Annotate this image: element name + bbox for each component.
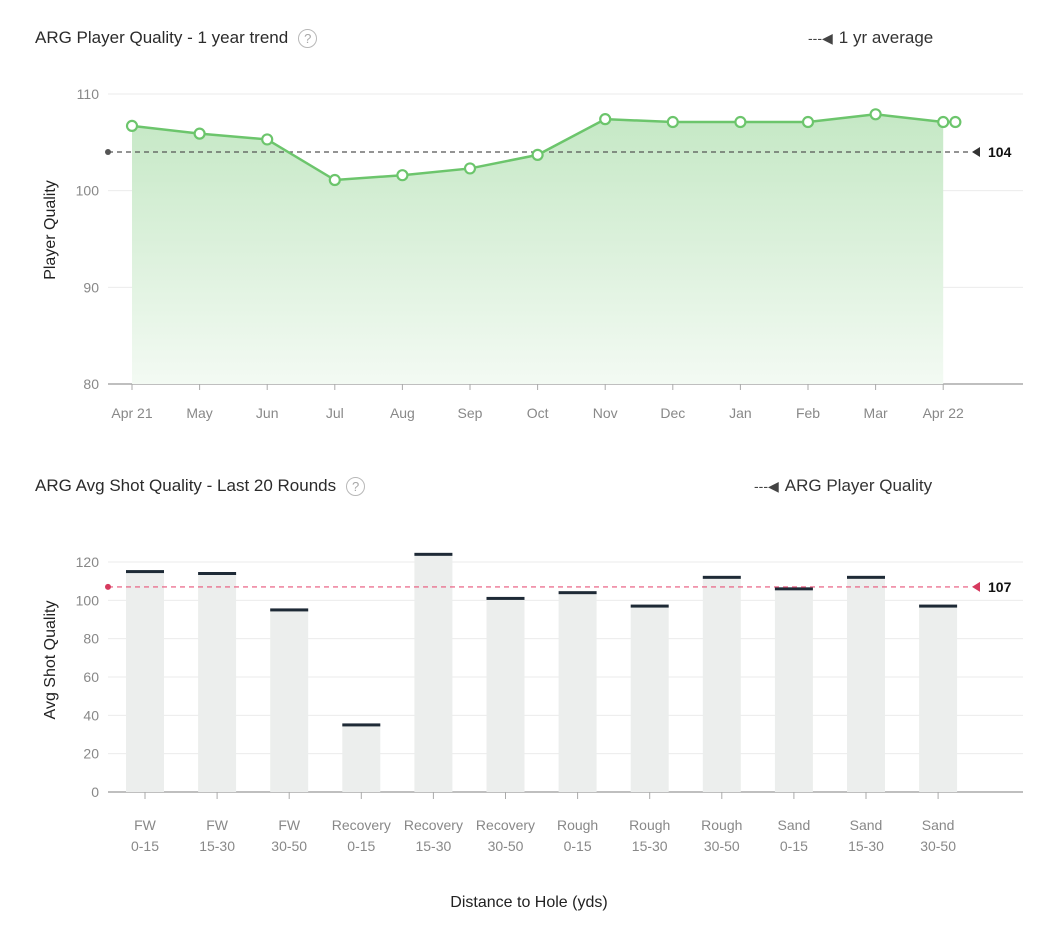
bar-category-label: FW [134, 817, 157, 833]
bar-cap [270, 608, 309, 612]
trend-point [261, 133, 274, 146]
trend-y-tick-label: 90 [83, 279, 99, 295]
trend-point [463, 162, 477, 175]
bar-category-range-label: 15-30 [199, 838, 235, 854]
bar-category-label: Sand [778, 817, 811, 833]
bar-plot: Avg Shot Quality Distance to Hole (yds) … [42, 552, 1023, 911]
trend-x-tick-label: Dec [660, 405, 685, 421]
trend-x-tick-label: Aug [390, 405, 415, 421]
bar-y-tick-label: 0 [91, 784, 99, 800]
bar-category-range-label: 0-15 [564, 838, 592, 854]
bar-cap [919, 604, 958, 608]
bar-category-range-label: 30-50 [488, 838, 524, 854]
bar [774, 588, 813, 792]
trend-point [734, 115, 747, 129]
trend-y-tick-label: 100 [76, 183, 100, 199]
bar-y-tick-label: 40 [83, 707, 99, 723]
bar-cap [342, 723, 381, 727]
trend-y-axis-title: Player Quality [42, 180, 59, 280]
bar-category-label: Sand [922, 817, 955, 833]
player-quality-trend-chart: ARG Player Quality - 1 year trend ? ---◀… [0, 0, 1055, 450]
trend-x-tick-label: Jan [729, 405, 752, 421]
trend-x-tick-label: Nov [593, 405, 618, 421]
trend-point [193, 127, 206, 140]
bar-cap [126, 570, 164, 574]
bar-category-label: FW [206, 817, 229, 833]
trend-point [125, 119, 139, 133]
bar-reference-marker [105, 583, 111, 590]
trend-x-tick-label: Jun [256, 405, 279, 421]
bar-cap [774, 587, 813, 591]
bar-cap [702, 575, 741, 579]
bar-category-range-label: 30-50 [271, 838, 307, 854]
bar [558, 592, 597, 792]
bar [702, 577, 741, 792]
trend-plot: Player Quality 80 90 100 110 Apr 21 May Jun Jul… [42, 86, 1023, 421]
trend-point [949, 115, 962, 129]
bar-category-range-label: 15-30 [848, 838, 884, 854]
trend-x-tick-label: Sep [458, 405, 483, 421]
bar [630, 606, 669, 792]
bar-category-label: Rough [557, 817, 598, 833]
trend-y-tick-label: 80 [83, 376, 99, 392]
trend-point [869, 108, 882, 121]
trend-x-tick-label: Mar [864, 405, 888, 421]
bar-x-axis-title: Distance to Hole (yds) [450, 894, 607, 911]
bar-category-range-label: 0-15 [780, 838, 808, 854]
bar-y-axis-title: Avg Shot Quality [42, 601, 59, 720]
bar-category-range-label: 15-30 [632, 838, 668, 854]
trend-point [801, 115, 815, 129]
bar-cap [414, 552, 453, 556]
bar-category-range-label: 15-30 [415, 838, 451, 854]
trend-x-tick-label: Jul [326, 405, 344, 421]
bar-category-range-label: 0-15 [347, 838, 375, 854]
trend-average-label: 104 [988, 144, 1012, 160]
bar [919, 606, 958, 792]
trend-average-marker [105, 149, 111, 155]
bar-cap [486, 596, 525, 600]
bar-y-tick-label: 120 [76, 554, 100, 570]
bar-category-label: FW [278, 817, 301, 833]
bar-y-tick-label: 60 [83, 669, 99, 685]
bar-reference-label: 107 [988, 579, 1012, 595]
trend-x-tick-label: Feb [796, 405, 820, 421]
bar-category-label: Recovery [476, 817, 535, 833]
trend-point [599, 113, 612, 126]
bar-y-tick-label: 80 [83, 631, 99, 647]
bar-reference-pointer-icon [972, 581, 980, 592]
bar [198, 573, 237, 792]
trend-point [666, 115, 679, 129]
trend-x-tick-label: May [186, 405, 212, 421]
bar-cap [630, 604, 669, 608]
shot-quality-bar-chart: ARG Avg Shot Quality - Last 20 Rounds ? … [0, 450, 1055, 945]
trend-x-tick-label: Oct [527, 405, 549, 421]
bar-y-tick-label: 100 [76, 592, 100, 608]
trend-point [328, 173, 341, 187]
trend-point [396, 169, 409, 182]
bar-category-range-label: 0-15 [131, 838, 159, 854]
bar-category-label: Recovery [404, 817, 463, 833]
trend-average-pointer-icon [972, 147, 980, 157]
trend-x-tick-label: Apr 22 [923, 405, 964, 421]
bar-category-label: Recovery [332, 817, 391, 833]
bar [126, 571, 164, 792]
bar [342, 724, 381, 792]
bar-cap [847, 575, 885, 579]
bar [414, 554, 453, 792]
bar [270, 609, 309, 792]
bar-y-tick-label: 20 [83, 746, 99, 762]
bar-cap [558, 591, 597, 595]
bar-category-label: Rough [701, 817, 742, 833]
bar [847, 577, 885, 792]
bar-category-range-label: 30-50 [920, 838, 956, 854]
bar-cap [198, 572, 237, 575]
bar-category-label: Sand [850, 817, 883, 833]
bar [486, 598, 525, 792]
trend-point [531, 148, 544, 161]
trend-y-tick-label: 110 [77, 86, 100, 102]
bar-category-range-label: 30-50 [704, 838, 740, 854]
trend-x-tick-label: Apr 21 [111, 405, 152, 421]
trend-point [937, 115, 950, 129]
bar-category-label: Rough [629, 817, 670, 833]
